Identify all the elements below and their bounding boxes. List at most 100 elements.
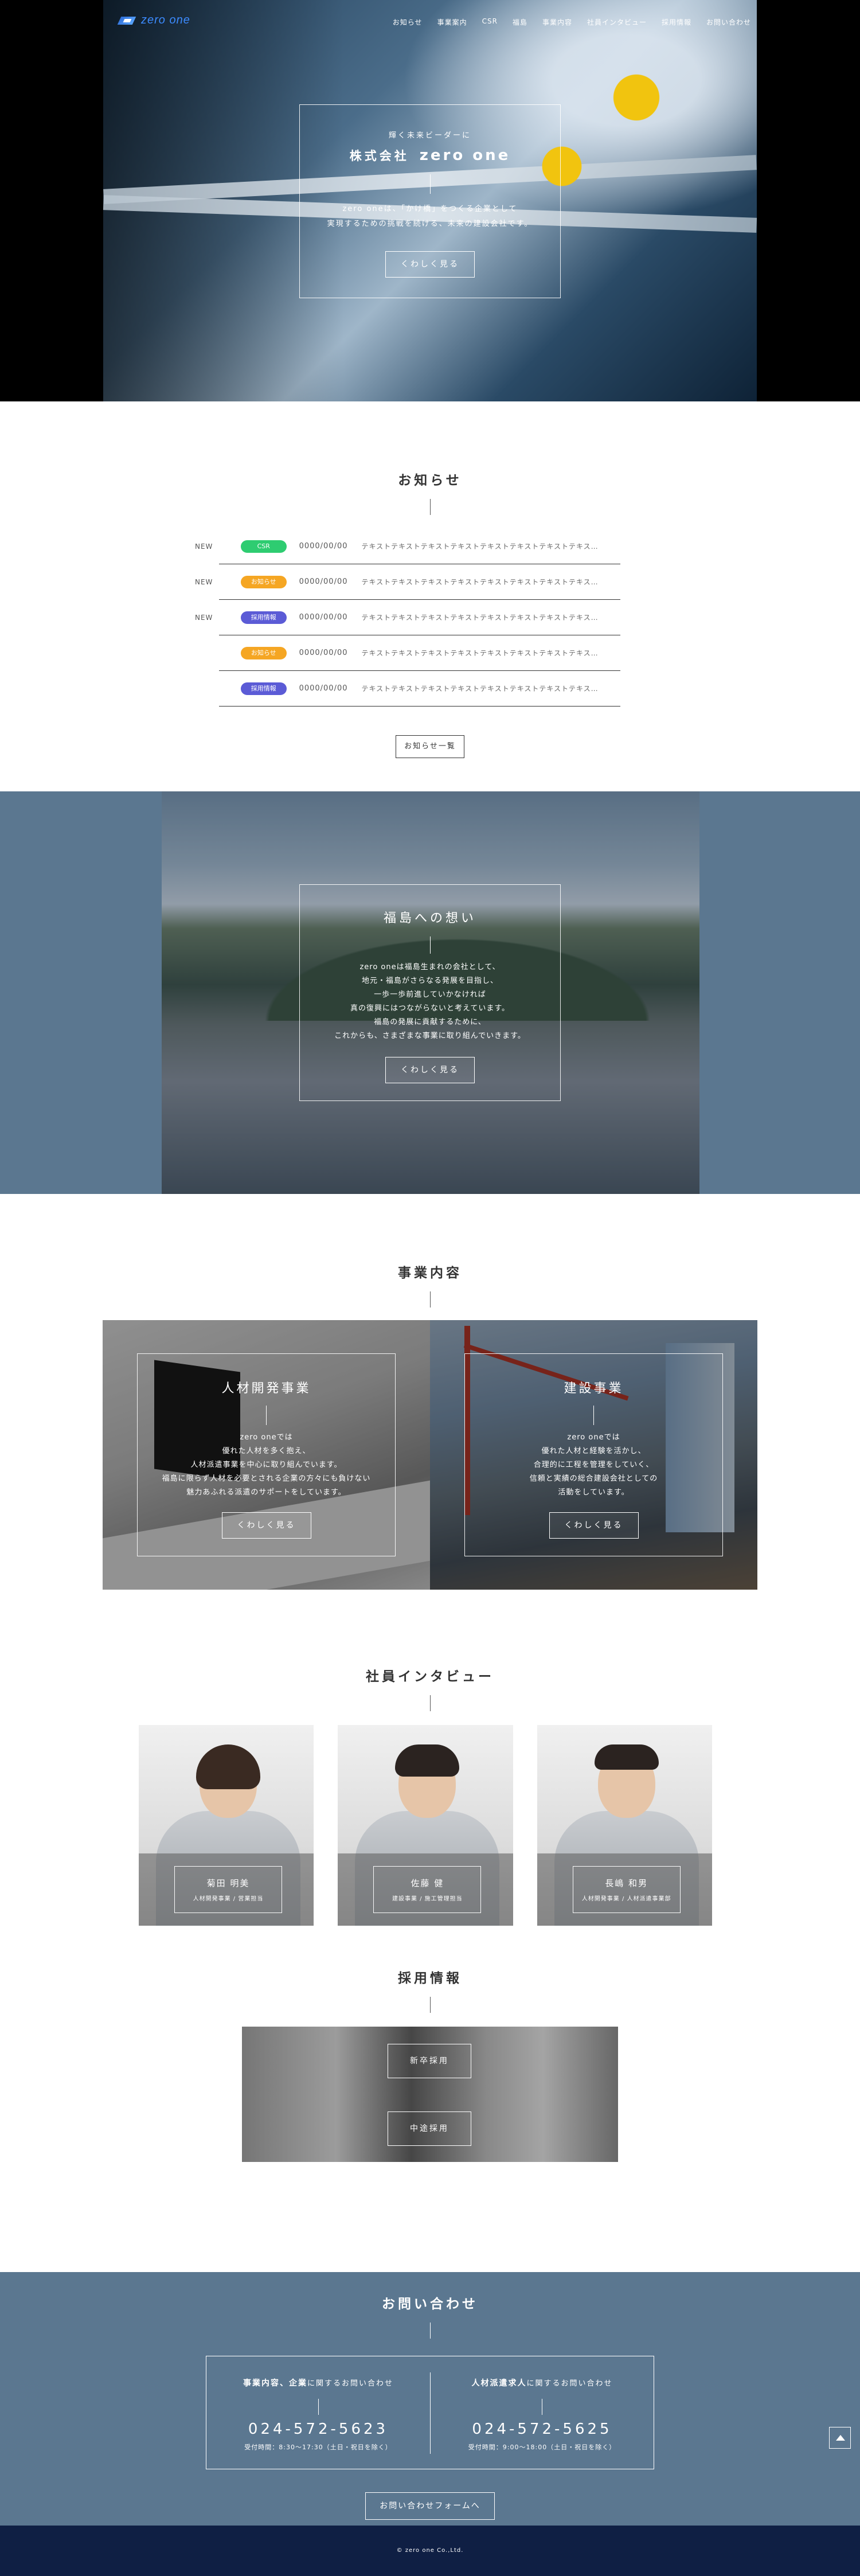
contact-tel[interactable]: 024-572-5623 xyxy=(206,2421,430,2438)
news-new-label: NEW xyxy=(195,577,213,586)
contact-label-rest: に関するお問い合わせ xyxy=(526,2379,613,2388)
hero-catchcopy: 輝く未来ビーダーに xyxy=(388,131,471,140)
business-construction-text-line: 信頼と実績の総合建設会社としての xyxy=(529,1474,658,1483)
nav-item-business-guide[interactable]: 事業案内 xyxy=(437,17,467,27)
business-section: 事業内容 人材開発事業 zero oneでは 優れた人材を多く抱え、 人材派遣事… xyxy=(0,1194,860,1641)
news-title-text[interactable]: テキストテキストテキストテキストテキストテキストテキストテキス… xyxy=(362,648,621,658)
business-hr-more-button[interactable]: くわしく見る xyxy=(221,1512,311,1539)
recruit-row-new-graduate[interactable]: 新卒採用 xyxy=(242,2027,618,2094)
interview-role: 建設事業 / 施工管理担当 xyxy=(392,1896,463,1902)
contact-title: お問い合わせ xyxy=(382,2297,478,2312)
interview-name: 菊田 明美 xyxy=(206,1878,250,1888)
interview-title-line xyxy=(429,1695,431,1711)
hero-more-button[interactable]: くわしく見る xyxy=(385,251,475,278)
business-hr-text-line: 人材派遣事業を中心に取り組んでいます。 xyxy=(190,1461,342,1469)
news-more-button[interactable]: お知らせ一覧 xyxy=(396,735,464,758)
nav-item-contact[interactable]: お問い合わせ xyxy=(706,17,751,27)
nav-item-recruit[interactable]: 採用情報 xyxy=(662,17,691,27)
nav-item-news[interactable]: お知らせ xyxy=(393,17,423,27)
recruit-section: 採用情報 新卒採用 中途採用 xyxy=(0,1957,860,2272)
news-category-badge: CSR xyxy=(241,540,287,553)
business-construction-text-line: 合理的に工程を管理をしていく、 xyxy=(533,1461,654,1469)
news-new-label: NEW xyxy=(195,613,213,622)
news-item[interactable]: NEW お知らせ 0000/00/00 テキストテキストテキストテキストテキスト… xyxy=(195,564,621,600)
business-hr-text-line: 魅力あふれる派遣のサポートをしています。 xyxy=(186,1488,346,1497)
contact-label: 事業内容、企業に関するお問い合わせ xyxy=(206,2377,430,2388)
business-title-line xyxy=(429,1291,431,1307)
news-section: お知らせ NEW CSR 0000/00/00 テキストテキストテキストテキスト… xyxy=(0,401,860,791)
hero-photo-helmet xyxy=(596,57,677,138)
interview-card[interactable]: 菊田 明美 人材開発事業 / 営業担当 xyxy=(139,1725,314,1926)
interview-role: 人材開発事業 / 人材派遣事業部 xyxy=(581,1896,671,1902)
fukushima-text-line: 地元・福島がさらなる発展を目指し、 xyxy=(361,977,498,985)
contact-hours: 受付時間：8:30〜17:30（土日・祝日を除く） xyxy=(244,2444,392,2451)
news-date: 0000/00/00 xyxy=(299,577,348,586)
fukushima-text-line: これからも、さまざまな事業に取り組んでいきます。 xyxy=(334,1032,526,1040)
business-hr-text-line: 福島に限らず人材を必要とされる企業の方々にも負けない xyxy=(162,1474,371,1483)
news-item[interactable]: NEW 採用情報 0000/00/00 テキストテキストテキストテキストテキスト… xyxy=(195,600,621,635)
page-top-arrow-icon[interactable] xyxy=(829,2427,851,2449)
contact-label-strong: 事業内容、企業 xyxy=(243,2379,307,2388)
fukushima-title: 福島への想い xyxy=(383,911,476,926)
fukushima-message-box: 福島への想い zero oneは福島生まれの会社として、 地元・福島がさらなる発… xyxy=(299,884,561,1101)
contact-tel[interactable]: 024-572-5625 xyxy=(431,2421,654,2438)
contact-section: お問い合わせ 事業内容、企業に関するお問い合わせ 024-572-5623 受付… xyxy=(0,2272,860,2526)
fukushima-more-button[interactable]: くわしく見る xyxy=(385,1057,475,1083)
news-item[interactable]: お知らせ 0000/00/00 テキストテキストテキストテキストテキストテキスト… xyxy=(219,635,620,671)
recruit-title-line xyxy=(429,1997,431,2013)
news-title-text[interactable]: テキストテキストテキストテキストテキストテキストテキストテキス… xyxy=(362,684,621,693)
interview-name-box: 菊田 明美 人材開発事業 / 営業担当 xyxy=(174,1866,282,1913)
hero-lead-2: 実現するための挑戦を続ける、未来の建設会社です。 xyxy=(327,220,533,228)
contact-col-business: 事業内容、企業に関するお問い合わせ 024-572-5623 受付時間：8:30… xyxy=(206,2356,430,2469)
contact-title-line xyxy=(429,2323,431,2339)
news-title-text[interactable]: テキストテキストテキストテキストテキストテキストテキストテキス… xyxy=(362,541,621,551)
hero-message-box: 輝く未来ビーダーに 株式会社 zero one zero oneは、「かけ橋」をつ… xyxy=(299,104,561,298)
interview-photo-hair xyxy=(594,1744,659,1770)
contact-form-button[interactable]: お問い合わせフォームへ xyxy=(365,2492,495,2520)
business-construction-divider xyxy=(593,1406,594,1425)
interview-grid: 菊田 明美 人材開発事業 / 営業担当 佐藤 健 建設事業 / 施工管理担当 長… xyxy=(139,1725,712,1926)
news-category-badge: お知らせ xyxy=(241,575,287,588)
logo-text: zero one xyxy=(141,14,190,26)
business-construction-more-button[interactable]: くわしく見る xyxy=(549,1512,639,1539)
recruit-mid-career-button[interactable]: 中途採用 xyxy=(388,2111,471,2146)
business-construction-text-line: zero oneでは xyxy=(567,1433,620,1442)
news-date: 0000/00/00 xyxy=(299,649,348,657)
nav-item-csr[interactable]: CSR xyxy=(482,17,498,27)
recruit-new-graduate-button[interactable]: 新卒採用 xyxy=(388,2044,471,2078)
hero-company-name: 株式会社 zero one xyxy=(300,147,560,164)
site-logo[interactable]: zero one xyxy=(119,14,190,27)
news-title-text[interactable]: テキストテキストテキストテキストテキストテキストテキストテキス… xyxy=(362,577,621,587)
recruit-banner: 新卒採用 中途採用 xyxy=(242,2027,618,2162)
contact-divider xyxy=(318,2399,319,2415)
nav-item-fukushima[interactable]: 福島 xyxy=(513,17,527,27)
interview-name: 佐藤 健 xyxy=(411,1878,444,1888)
interview-role: 人材開発事業 / 営業担当 xyxy=(193,1896,264,1902)
business-title: 事業内容 xyxy=(398,1266,462,1281)
news-item[interactable]: NEW CSR 0000/00/00 テキストテキストテキストテキストテキストテ… xyxy=(195,529,621,564)
business-card-construction[interactable]: 建設事業 zero oneでは 優れた人材と経験を活かし、 合理的に工程を管理を… xyxy=(430,1320,757,1590)
fukushima-text-line: 一歩一歩前進していかなければ xyxy=(374,990,486,999)
news-title-text[interactable]: テキストテキストテキストテキストテキストテキストテキストテキス… xyxy=(362,612,621,622)
business-hr-divider xyxy=(266,1406,267,1425)
fukushima-text-line: 真の復興にはつながらないと考えています。 xyxy=(350,1004,510,1013)
business-hr-title: 人材開発事業 xyxy=(221,1381,311,1396)
interview-name-box: 長嶋 和男 人材開発事業 / 人材派遣事業部 xyxy=(572,1866,681,1913)
fukushima-text-line: 福島の発展に貢献するために、 xyxy=(374,1018,486,1027)
fukushima-divider xyxy=(429,936,431,954)
nav-item-interview[interactable]: 社員インタビュー xyxy=(587,17,647,27)
hero-lead-1: zero oneは、「かけ橋」をつくる企業として xyxy=(342,205,518,213)
interview-card[interactable]: 佐藤 健 建設事業 / 施工管理担当 xyxy=(338,1725,513,1926)
interview-name: 長嶋 和男 xyxy=(605,1878,648,1888)
footer: © zero one Co.,Ltd. xyxy=(0,2526,860,2576)
news-title: お知らせ xyxy=(398,473,462,488)
interview-title: 社員インタビュー xyxy=(366,1669,494,1684)
nav-item-business[interactable]: 事業内容 xyxy=(542,17,572,27)
business-construction-text-line: 優れた人材と経験を活かし、 xyxy=(541,1447,646,1455)
interview-card[interactable]: 長嶋 和男 人材開発事業 / 人材派遣事業部 xyxy=(537,1725,712,1926)
recruit-row-mid-career[interactable]: 中途採用 xyxy=(242,2094,618,2162)
news-item[interactable]: 採用情報 0000/00/00 テキストテキストテキストテキストテキストテキスト… xyxy=(219,671,620,707)
contact-box: 事業内容、企業に関するお問い合わせ 024-572-5623 受付時間：8:30… xyxy=(206,2356,654,2469)
business-construction-box: 建設事業 zero oneでは 優れた人材と経験を活かし、 合理的に工程を管理を… xyxy=(464,1353,723,1556)
business-card-hr[interactable]: 人材開発事業 zero oneでは 優れた人材を多く抱え、 人材派遣事業を中心に… xyxy=(103,1320,430,1590)
